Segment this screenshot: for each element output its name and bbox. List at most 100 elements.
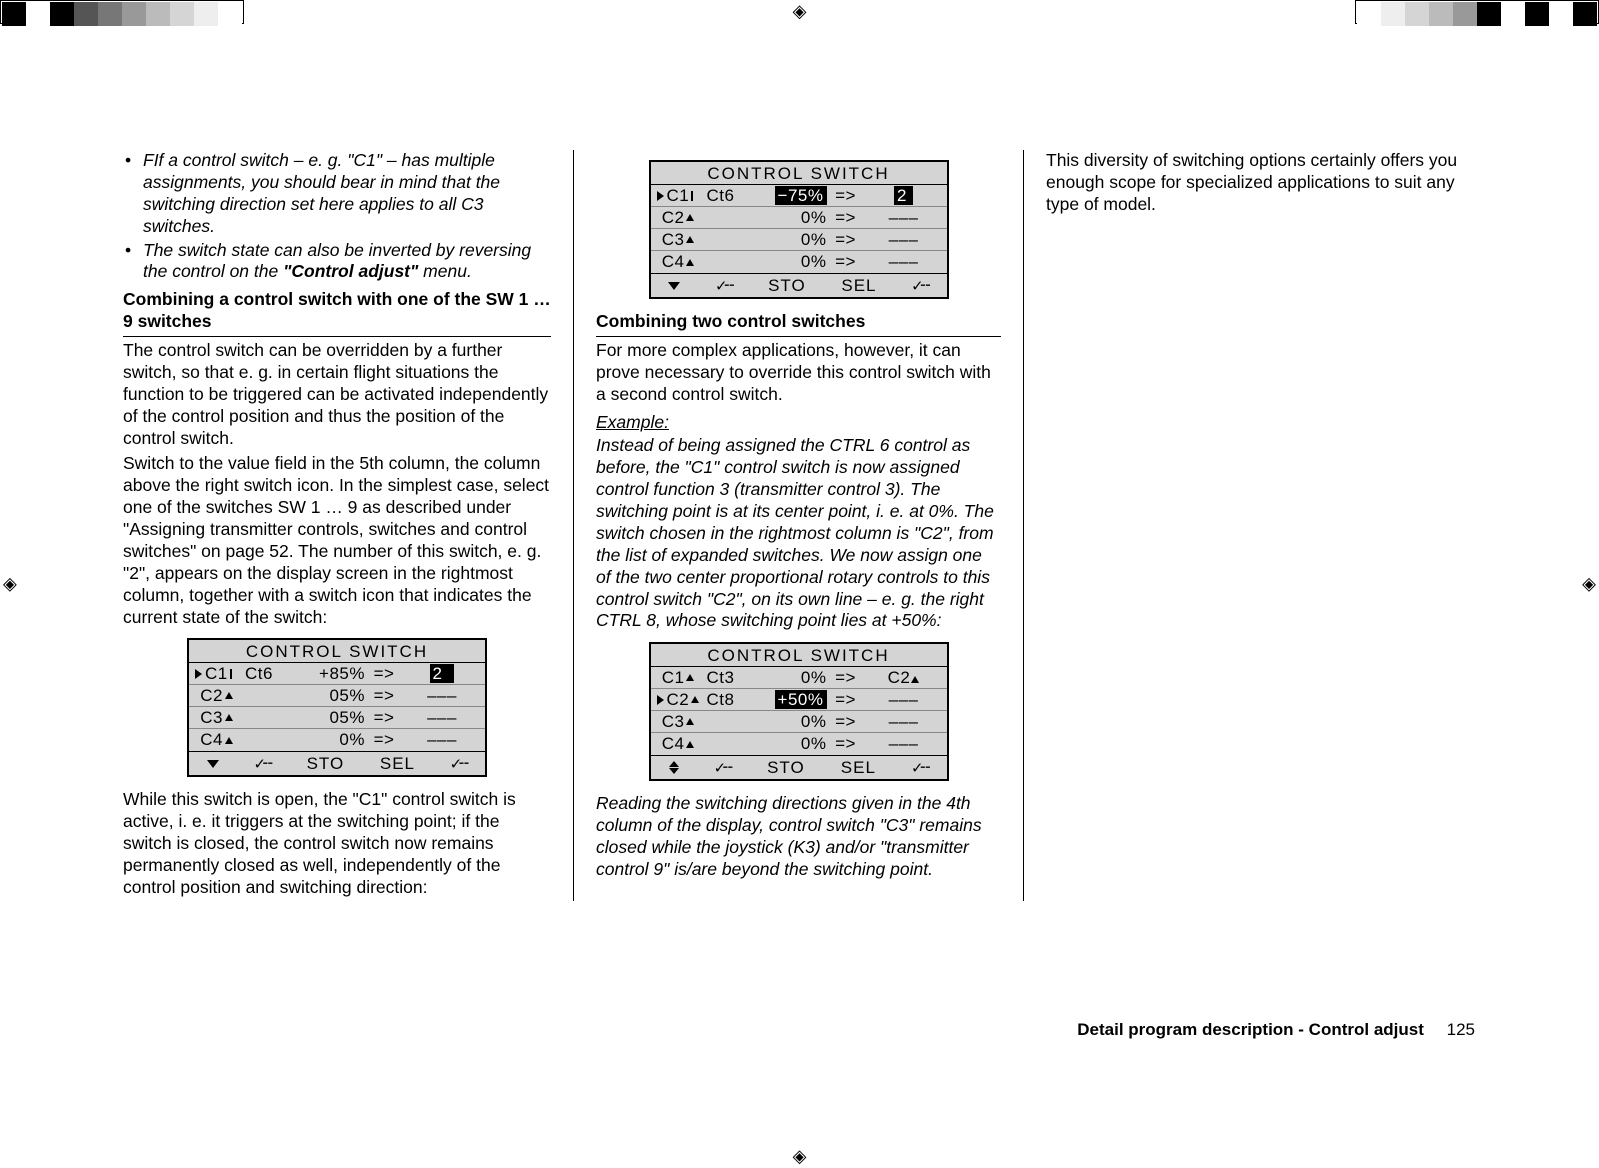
column-1: FIf a control switch – e. g. "C1" – has …	[123, 150, 573, 901]
lcd1-title: CONTROL SWITCH	[189, 640, 485, 662]
example-label: Example:	[596, 412, 1001, 434]
switch-up-icon	[225, 692, 233, 699]
cursor-icon	[657, 695, 664, 705]
lcd-row: C305%=>–––	[189, 707, 485, 729]
color-strip-right	[1355, 0, 1599, 24]
squiggle-icon: ✓╌	[912, 758, 928, 778]
switch-up-icon	[225, 737, 233, 744]
lcd-cell: C3	[189, 708, 245, 728]
lcd-cell: C1	[651, 668, 707, 688]
para-4: For more complex applications, however, …	[596, 340, 1001, 406]
lcd-cell: C2	[189, 686, 245, 706]
lcd-cell: 0%	[755, 208, 831, 228]
bullet2-post: menu.	[418, 261, 472, 281]
lcd3-footer: ✓╌ STO SEL ✓╌	[651, 755, 947, 779]
lcd-cell: Ct8	[707, 690, 755, 710]
switch-up-icon	[686, 236, 694, 243]
lcd-cell: 0%	[755, 734, 831, 754]
lcd-row: C2Ct8+50%=>–––	[651, 689, 947, 711]
lcd-cell: 05%	[293, 686, 369, 706]
lcd-cell: –––	[861, 230, 947, 250]
switch-up-icon	[686, 214, 694, 221]
cursor-icon	[657, 191, 664, 201]
lcd-cell: –––	[399, 686, 485, 706]
squiggle-icon: ✓╌	[451, 754, 467, 774]
para-6: Reading the switching directions given i…	[596, 793, 1001, 881]
lcd-cell: Ct6	[245, 664, 293, 684]
switch-up-icon	[686, 674, 694, 681]
color-strip-left	[0, 0, 244, 24]
switch-bar-icon	[908, 191, 910, 201]
bullet-2: The switch state can also be inverted by…	[123, 240, 551, 284]
lcd-cell: –––	[861, 208, 947, 228]
column-3: This diversity of switching options cert…	[1023, 150, 1473, 901]
lcd-cell: =>	[369, 686, 399, 706]
lcd-cell: =>	[831, 690, 861, 710]
squiggle-icon: ✓╌	[912, 276, 928, 296]
lcd-cell: –––	[861, 252, 947, 272]
lcd1-foot-sel: SEL	[380, 754, 415, 774]
lcd-cell: 0%	[755, 252, 831, 272]
para-3: While this switch is open, the "C1" cont…	[123, 789, 551, 898]
lcd-cell: =>	[831, 230, 861, 250]
lcd-cell: =>	[831, 208, 861, 228]
switch-up-icon	[691, 696, 699, 703]
lcd-cell: 0%	[755, 230, 831, 250]
reg-mark-left: ◈	[3, 574, 17, 595]
lcd-row: C2 05%=>–––	[189, 685, 485, 707]
lcd-cell: C3	[651, 712, 707, 732]
cursor-icon	[195, 669, 202, 679]
lcd-row: C30%=>–––	[651, 711, 947, 733]
lcd-cell: C2	[651, 208, 707, 228]
lcd-cell: C3	[651, 230, 707, 250]
lcd-cell: 2	[399, 664, 485, 684]
lcd-cell: =>	[369, 708, 399, 728]
lcd-row: C2 0%=>–––	[651, 207, 947, 229]
footer-label: Detail program description - Control adj…	[1077, 1020, 1424, 1039]
squiggle-icon: ✓╌	[716, 276, 732, 296]
down-arrow-icon	[668, 282, 680, 290]
lcd-row: C3 0%=>–––	[651, 229, 947, 251]
lcd-cell: =>	[369, 730, 399, 750]
lcd-cell: C4	[651, 252, 707, 272]
lcd-cell: –––	[861, 690, 947, 710]
bullet-1: FIf a control switch – e. g. "C1" – has …	[123, 150, 551, 238]
lcd-cell: C2	[861, 668, 947, 688]
lcd-row: C40%=>–––	[189, 729, 485, 751]
lcd-cell: +50%	[755, 690, 831, 710]
reg-mark-top: ◈	[793, 1, 807, 22]
page-footer: Detail program description - Control adj…	[1077, 1020, 1475, 1040]
lcd1-foot-sto: STO	[307, 754, 345, 774]
switch-up-icon	[911, 676, 919, 683]
column-2: CONTROL SWITCH C1Ct6−75%=>2 C20%=>––– C3…	[573, 150, 1023, 901]
heading-combine-sw: Combining a control switch with one of t…	[123, 289, 551, 333]
lcd2-foot-sto: STO	[768, 276, 806, 296]
lcd-row: C4 0%=>–––	[651, 251, 947, 273]
rule-2	[596, 336, 1001, 337]
lcd-row: C1Ct6+85%=>2	[189, 663, 485, 685]
lcd-cell: 05%	[293, 708, 369, 728]
squiggle-icon: ✓╌	[715, 758, 731, 778]
lcd-cell: =>	[831, 734, 861, 754]
rule-1	[123, 336, 551, 337]
bullet2-menu: "Control adjust"	[283, 261, 418, 281]
page-content: FIf a control switch – e. g. "C1" – has …	[123, 150, 1475, 1040]
lcd-cell: −75%	[755, 186, 831, 206]
lcd3-title: CONTROL SWITCH	[651, 644, 947, 666]
switch-bar-icon	[691, 191, 693, 201]
down-arrow-icon	[207, 760, 219, 768]
lcd-cell: 2	[861, 186, 947, 206]
lcd-cell: =>	[831, 712, 861, 732]
lcd-cell: Ct6	[707, 186, 755, 206]
para-2: Switch to the value field in the 5th col…	[123, 453, 551, 628]
lcd-cell: =>	[831, 186, 861, 206]
lcd-cell: +85%	[293, 664, 369, 684]
lcd-cell: –––	[861, 734, 947, 754]
lcd-panel-1: CONTROL SWITCH C1Ct6+85%=>2 C205%=>––– C…	[187, 638, 487, 777]
lcd1-footer: ✓╌ STO SEL ✓╌	[189, 751, 485, 775]
page-number: 125	[1447, 1020, 1475, 1039]
lcd3-foot-sel: SEL	[841, 758, 876, 778]
lcd-cell: C2	[651, 690, 707, 710]
lcd-cell: =>	[831, 252, 861, 272]
para-5: Instead of being assigned the CTRL 6 con…	[596, 435, 1001, 632]
